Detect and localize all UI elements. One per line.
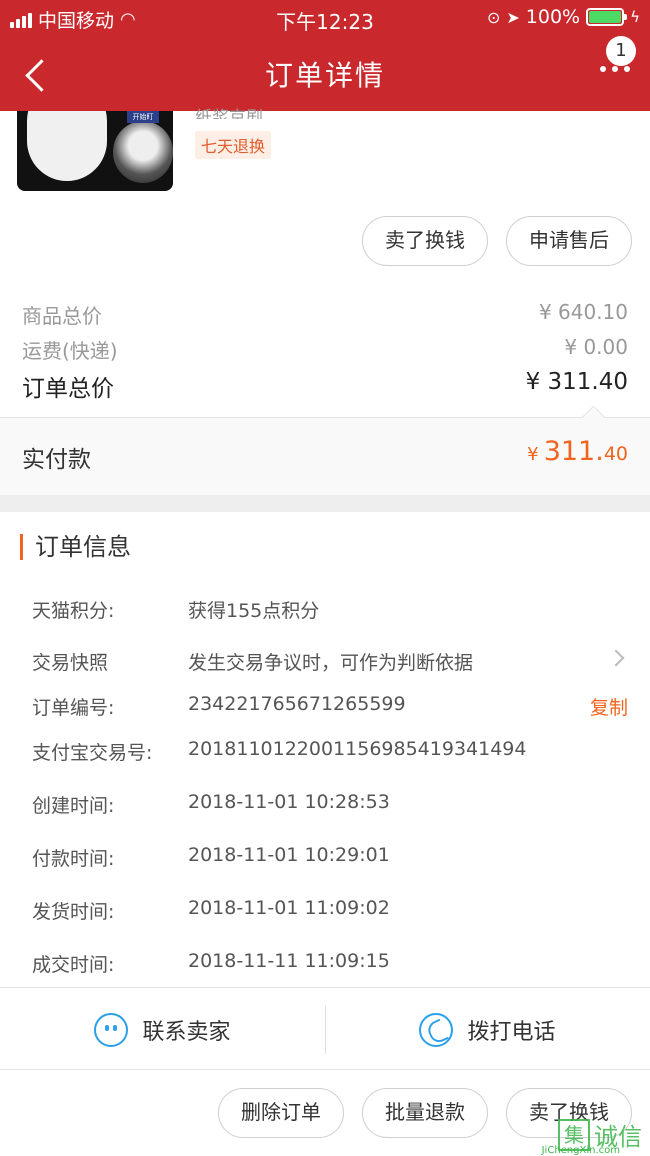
batch-refund-button[interactable]: 批量退款 [362,1088,488,1138]
actual-payment-label: 实付款 [22,447,91,473]
sell-for-cash-button[interactable]: 卖了换钱 [362,216,488,266]
battery-icon [586,8,628,26]
amount-integer: 311. [543,436,604,467]
contact-seller-label: 联系卖家 [142,1019,231,1045]
goods-total-row: 商品总价 ¥ 640.10 [22,300,628,329]
copy-button[interactable]: 复制 [590,693,628,720]
shipping-value: ¥ 0.00 [564,335,628,359]
notification-badge: 1 [606,36,636,66]
navigation-bar: 订单详情 1 [0,36,650,111]
more-menu-icon[interactable] [600,66,630,72]
bottom-action-bar: 删除订单 批量退款 卖了换钱 集 诚信 JiChengXin.com [0,1070,650,1156]
shipping-row: 运费(快递) ¥ 0.00 [22,335,628,364]
contact-seller-button[interactable]: 联系卖家 [0,988,325,1071]
info-key: 发货时间: [32,901,115,923]
product-image-tag: 开始盯 [127,111,159,123]
product-image[interactable]: 开始盯 [17,111,173,191]
after-sales-button[interactable]: 申请售后 [506,216,632,266]
info-value: 2018-11-01 11:09:02 [188,897,390,919]
section-title: 订单信息 [20,534,131,560]
actual-payment-amount: ¥ 311.40 [527,436,628,467]
order-total-row: 订单总价 ¥ 311.40 [22,369,628,403]
opera-mask-image [113,121,173,183]
call-phone-label: 拨打电话 [467,1019,556,1045]
shipping-label: 运费(快递) [22,339,118,363]
info-value: 2018-11-01 10:28:53 [188,791,390,813]
actual-payment-row: 实付款 ¥ 311.40 [0,417,650,495]
info-value: 发生交易争议时，可作为判断依据 [188,652,474,674]
goods-total-value: ¥ 640.10 [538,300,628,324]
info-key: 订单编号: [32,697,115,719]
return-policy-tag: 七天退换 [195,131,272,159]
battery-percent: 100% [525,6,581,28]
info-key: 付款时间: [32,848,115,870]
currency-symbol: ¥ [527,444,539,465]
watermark-url: JiChengXin.com [541,1145,620,1156]
order-info-section: 订单信息 天猫积分: 获得155点积分 交易快照 发生交易争议时，可作为判断依据… [0,512,650,987]
chat-face-icon [94,1012,129,1047]
delete-order-button[interactable]: 删除订单 [218,1088,344,1138]
item-action-buttons: 卖了换钱 申请售后 [362,216,632,266]
info-key: 支付宝交易号: [32,742,153,764]
rotation-lock-icon: ⊙ [486,7,501,27]
info-value: 获得155点积分 [188,600,320,622]
amount-decimal: 40 [603,443,628,465]
chevron-right-icon [607,649,625,667]
info-key: 成交时间: [32,954,115,976]
status-bar: 中国移动 ◠ 下午12:23 ⊙ ➤ 100% ϟ [0,0,650,36]
page-title: 订单详情 [264,59,385,92]
product-item: 开始盯 纸浆京剧 七天退换 卖了换钱 申请售后 [0,108,650,291]
info-key: 创建时间: [32,795,115,817]
goods-total-label: 商品总价 [22,304,102,328]
contact-bar: 联系卖家 拨打电话 [0,987,650,1070]
call-phone-button[interactable]: 拨打电话 [325,988,650,1071]
section-divider [0,495,650,512]
info-value: 234221765671265599 [188,693,406,715]
order-total-value: ¥ 311.40 [525,369,628,395]
info-value: 2018110122001156985419341494 [188,738,527,760]
app-header: 中国移动 ◠ 下午12:23 ⊙ ➤ 100% ϟ 订单详情 1 [0,0,650,111]
product-subtitle: 纸浆京剧 [195,108,263,119]
price-summary: 商品总价 ¥ 640.10 运费(快递) ¥ 0.00 订单总价 ¥ 311.4… [0,291,650,416]
info-key: 天猫积分: [32,600,115,622]
info-key: 交易快照 [32,652,109,674]
charging-icon: ϟ [630,8,640,26]
white-mask-image [27,111,107,181]
phone-icon [419,1012,454,1047]
location-icon: ➤ [506,7,520,27]
order-total-label: 订单总价 [22,376,114,402]
info-value: 2018-11-01 10:29:01 [188,844,390,866]
info-value: 2018-11-11 11:09:15 [188,950,390,972]
